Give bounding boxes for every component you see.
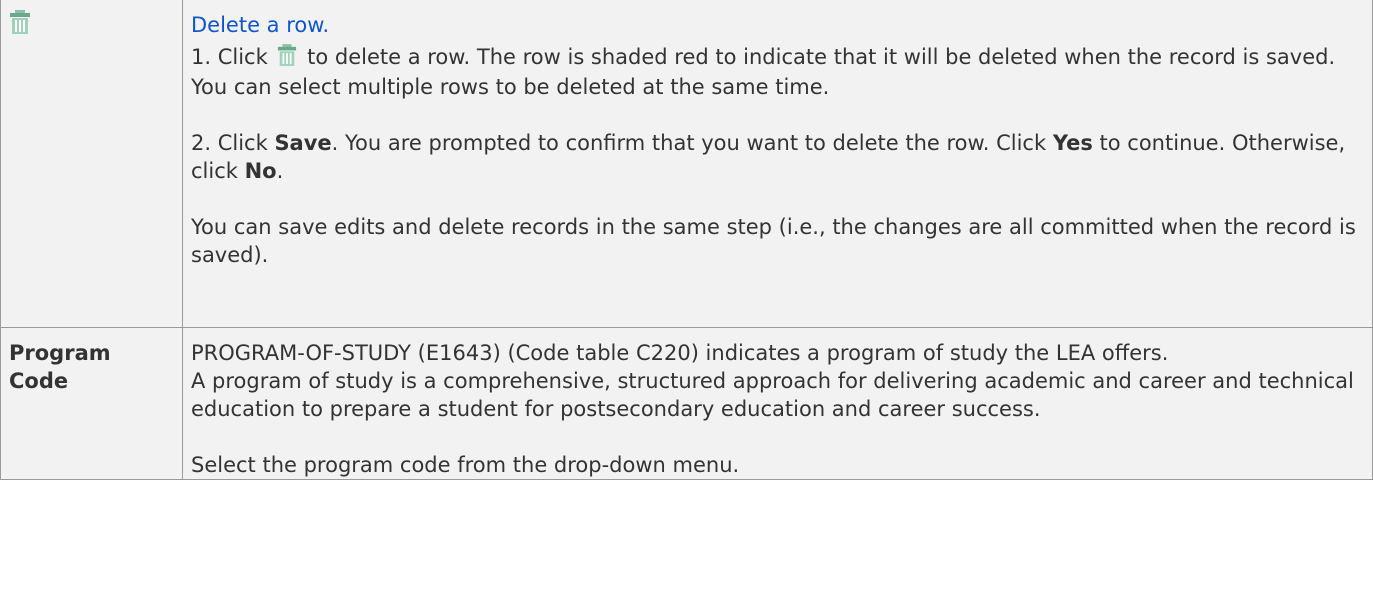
table-row: Delete a row. 1. Click to delete a row. … xyxy=(0,0,1373,328)
help-table: Delete a row. 1. Click to delete a row. … xyxy=(0,0,1373,480)
step-2: 2. Click Save. You are prompted to confi… xyxy=(191,131,1346,183)
note-text: You can save edits and delete records in… xyxy=(191,215,1356,267)
step1-text-cont: to delete a row. The row is shaded red t… xyxy=(191,45,1336,99)
step-1: 1. Click to delete a row. The row is sha… xyxy=(191,43,1364,101)
field-desc-1: PROGRAM-OF-STUDY (E1643) (Code table C22… xyxy=(191,341,1169,365)
yes-keyword: Yes xyxy=(1052,131,1093,155)
delete-row-link[interactable]: Delete a row. xyxy=(191,13,329,37)
delete-row-description: Delete a row. 1. Click to delete a row. … xyxy=(182,0,1373,328)
icon-cell xyxy=(0,0,183,328)
field-desc-2: A program of study is a comprehensive, s… xyxy=(191,369,1354,421)
field-description-cell: PROGRAM-OF-STUDY (E1643) (Code table C22… xyxy=(182,327,1373,480)
step1-text: 1. Click xyxy=(191,45,268,69)
no-keyword: No xyxy=(244,159,277,183)
field-label: Program Code xyxy=(9,341,111,393)
inline-trash-icon xyxy=(277,44,297,73)
field-desc-3: Select the program code from the drop-do… xyxy=(191,453,740,477)
table-row: Program Code PROGRAM-OF-STUDY (E1643) (C… xyxy=(0,327,1373,480)
save-keyword: Save xyxy=(274,131,332,155)
trash-icon xyxy=(9,10,31,41)
field-label-cell: Program Code xyxy=(0,327,183,480)
